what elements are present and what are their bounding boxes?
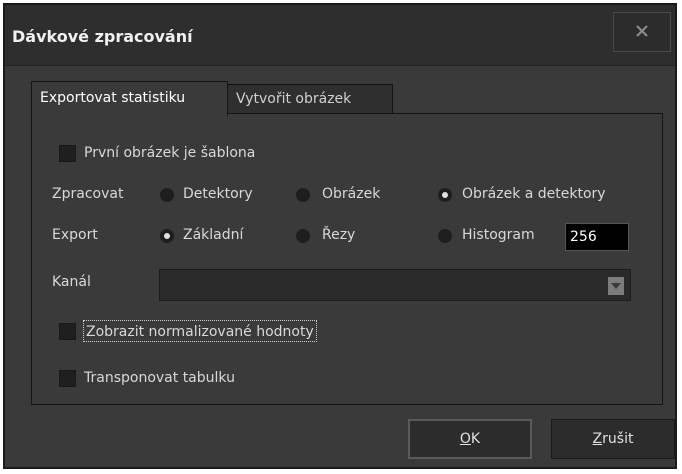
close-button[interactable] <box>613 12 671 52</box>
process-detectors-label: Detektory <box>183 186 253 202</box>
normalized-values-focus: Zobrazit normalizované hodnoty <box>83 320 317 342</box>
export-basic-radio[interactable] <box>160 229 174 243</box>
export-basic-label: Základní <box>183 227 244 243</box>
ok-button[interactable]: OK <box>408 419 532 459</box>
transpose-table-label: Transponovat tabulku <box>84 370 235 386</box>
export-label: Export <box>52 227 98 243</box>
export-sections-label: Řezy <box>322 227 356 243</box>
tab-create-image[interactable]: Vytvořit obrázek <box>228 84 393 114</box>
process-image-and-detectors-label: Obrázek a detektory <box>462 186 606 202</box>
channel-select[interactable] <box>159 269 631 301</box>
export-sections-radio[interactable] <box>296 229 310 243</box>
normalized-values-checkbox[interactable] <box>59 323 76 340</box>
process-image-label: Obrázek <box>322 186 381 202</box>
cancel-button[interactable]: Zrušit <box>551 419 675 459</box>
transpose-table-checkbox[interactable] <box>59 370 76 387</box>
cancel-button-accesskey: Z <box>592 431 603 447</box>
process-image-radio[interactable] <box>296 188 310 202</box>
process-label: Zpracovat <box>52 186 124 202</box>
export-histogram-radio[interactable] <box>438 229 452 243</box>
ok-button-accesskey: O <box>459 431 471 447</box>
chevron-down-icon[interactable] <box>608 277 624 295</box>
close-icon <box>635 23 649 42</box>
template-checkbox[interactable] <box>59 145 76 162</box>
window-title: Dávkové zpracování <box>12 27 193 46</box>
channel-label: Kanál <box>52 274 91 290</box>
batch-processing-dialog: Dávkové zpracování Exportovat statistiku… <box>3 3 677 469</box>
normalized-values-label: Zobrazit normalizované hodnoty <box>86 324 314 340</box>
title-bar: Dávkové zpracování <box>5 5 675 66</box>
ok-button-label: K <box>470 431 481 447</box>
histogram-bins-input[interactable]: 256 <box>565 223 629 251</box>
tab-export-statistics[interactable]: Exportovat statistiku <box>31 81 228 116</box>
cancel-button-label: rušit <box>602 431 634 447</box>
export-histogram-label: Histogram <box>462 227 535 243</box>
export-statistics-panel: První obrázek je šablona Zpracovat Detek… <box>31 113 663 405</box>
template-checkbox-label: První obrázek je šablona <box>84 145 256 161</box>
process-image-and-detectors-radio[interactable] <box>438 188 452 202</box>
process-detectors-radio[interactable] <box>160 188 174 202</box>
